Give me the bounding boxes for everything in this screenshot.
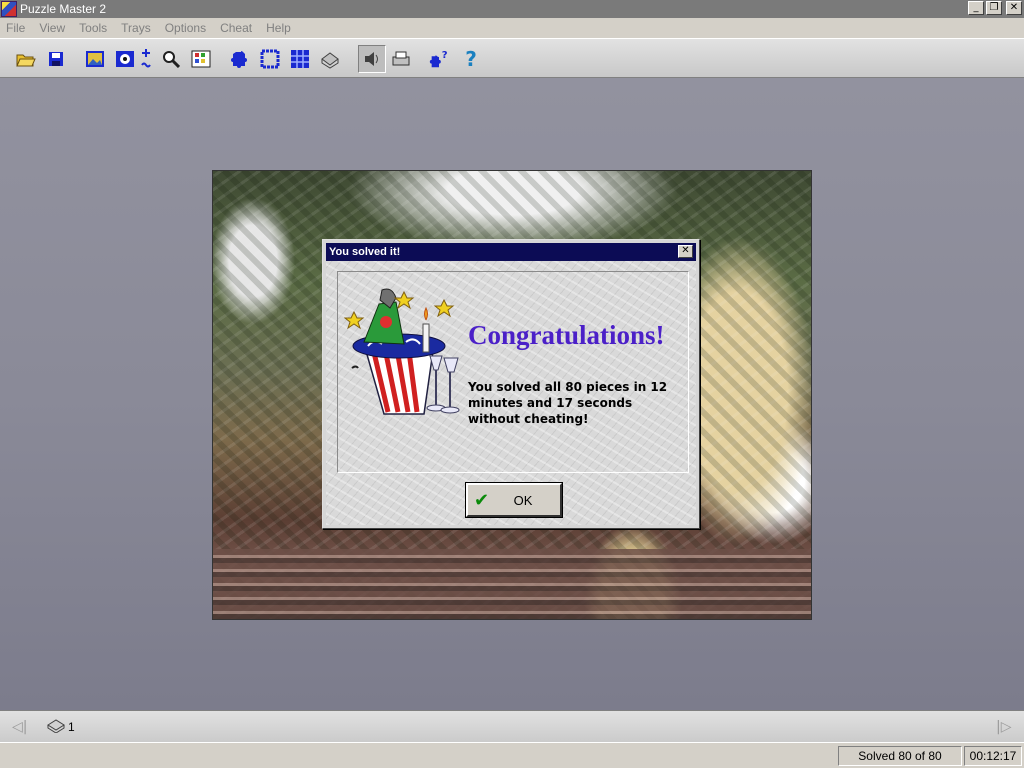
tray-number[interactable]: 1 [68, 720, 75, 734]
puzzle-help-icon[interactable]: ? [428, 48, 450, 70]
menu-options[interactable]: Options [165, 21, 206, 35]
checkmark-icon: ✔ [474, 490, 490, 511]
ok-label: OK [513, 492, 533, 508]
solved-count-status: Solved 80 of 80 [838, 746, 962, 766]
ok-button[interactable]: ✔ OK [465, 482, 563, 518]
party-hat-champagne-icon [344, 288, 460, 415]
dialog-close-button[interactable]: ✕ [678, 245, 693, 258]
prev-tray-icon[interactable]: ◁| [12, 719, 27, 735]
menu-cheat[interactable]: Cheat [220, 21, 252, 35]
toolbar: ? ? [0, 38, 1024, 78]
congratulations-heading: Congratulations! [468, 320, 665, 350]
magnifier-icon[interactable] [160, 48, 182, 70]
menu-tools[interactable]: Tools [79, 21, 107, 35]
close-button[interactable]: ✕ [1006, 1, 1022, 15]
next-tray-icon[interactable]: |▷ [996, 719, 1011, 735]
elapsed-timer: 00:12:17 [964, 746, 1022, 766]
window-title: Puzzle Master 2 [20, 2, 107, 16]
status-bar: Solved 80 of 80 00:12:17 [0, 742, 1024, 768]
minimize-button[interactable]: _ [968, 1, 984, 15]
snapshot-icon[interactable] [114, 48, 136, 70]
tray-bar: ◁| 1 |▷ [0, 710, 1024, 742]
solved-message: You solved all 80 pieces in 12 minutes a… [468, 380, 668, 426]
message-panel: Congratulations! You solved all 80 piece… [337, 271, 689, 473]
app-icon[interactable] [1, 1, 17, 17]
sound-icon[interactable] [358, 45, 386, 73]
print-icon[interactable] [390, 48, 412, 70]
add-remove-pieces-icon[interactable] [138, 48, 154, 70]
grid-view-icon[interactable] [190, 48, 212, 70]
puzzle-logs [213, 549, 811, 619]
dialog-title-bar: You solved it! ✕ [326, 243, 696, 261]
menu-bar: File View Tools Trays Options Cheat Help [0, 18, 1024, 38]
restore-button[interactable]: ❐ [986, 1, 1002, 15]
menu-trays[interactable]: Trays [121, 21, 151, 35]
open-folder-icon[interactable] [15, 48, 37, 70]
dialog-title: You solved it! [329, 246, 401, 258]
scatter-pieces-icon[interactable] [229, 48, 251, 70]
title-bar: Puzzle Master 2 _ ❐ ✕ [0, 0, 1024, 18]
tray-tab-icon[interactable] [47, 719, 65, 733]
save-icon[interactable] [45, 48, 67, 70]
svg-text:?: ? [442, 50, 448, 61]
solved-dialog: You solved it! ✕ Congratulations! You so… [322, 239, 700, 529]
help-icon[interactable]: ? [460, 47, 482, 71]
tray-icon[interactable] [319, 48, 341, 70]
dialog-body: Congratulations! You solved all 80 piece… [326, 261, 696, 525]
menu-file[interactable]: File [6, 21, 25, 35]
menu-help[interactable]: Help [266, 21, 291, 35]
border-icon[interactable] [259, 48, 281, 70]
all-pieces-grid-icon[interactable] [289, 48, 311, 70]
picture-icon[interactable] [84, 48, 106, 70]
menu-view[interactable]: View [39, 21, 65, 35]
